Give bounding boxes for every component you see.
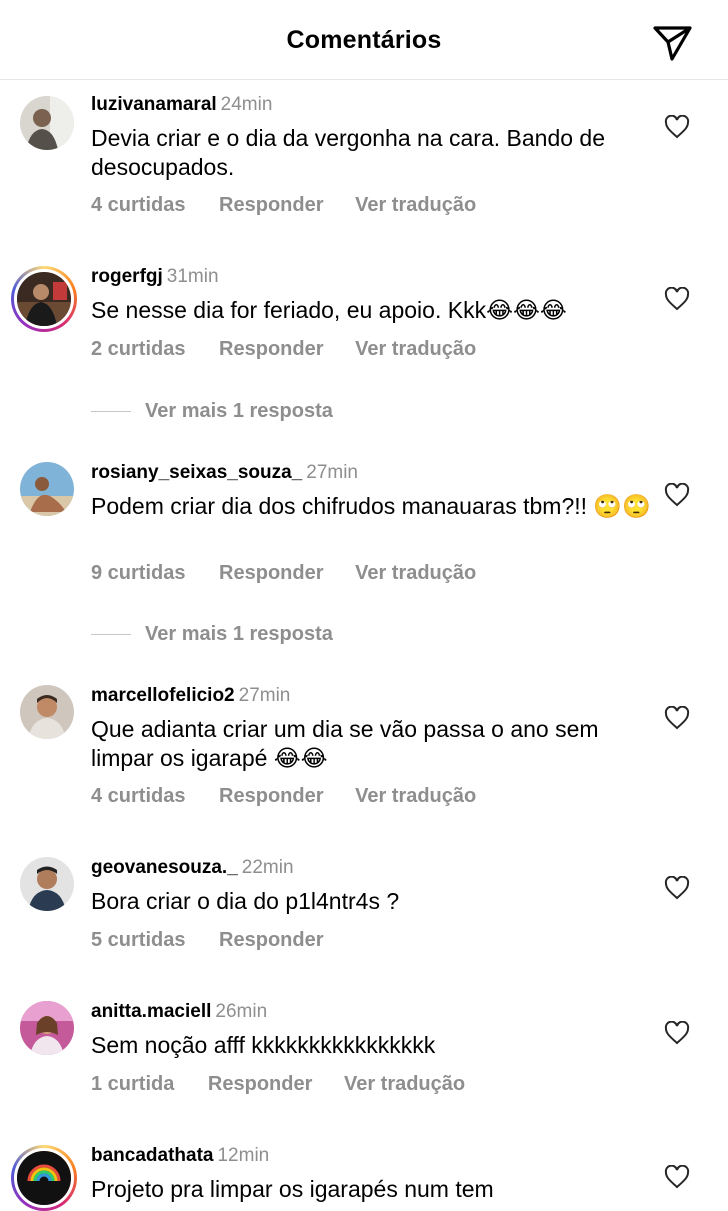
- heart-icon[interactable]: [664, 1020, 690, 1045]
- likes-count[interactable]: 1 curtida: [91, 1073, 174, 1095]
- likes-count[interactable]: 4 curtidas: [91, 785, 185, 807]
- comment-text: Bora criar o dia do p1l4ntr4s ?: [91, 888, 400, 914]
- view-more-replies[interactable]: Ver mais 1 resposta: [91, 400, 333, 423]
- comment-text: Sem noção afff kkkkkkkkkkkkkkkk: [91, 1032, 436, 1058]
- see-translation-button[interactable]: Ver tradução: [355, 194, 476, 216]
- comment-text: Devia criar e o dia da vergonha na cara.…: [91, 125, 605, 180]
- view-more-replies-label[interactable]: Ver mais 1 resposta: [145, 400, 333, 422]
- likes-count[interactable]: 4 curtidas: [91, 194, 185, 216]
- heart-icon[interactable]: [664, 286, 690, 311]
- heart-icon[interactable]: [664, 875, 690, 900]
- avatar[interactable]: [20, 462, 74, 516]
- comment-username[interactable]: geovanesouza._: [91, 857, 238, 878]
- divider: [91, 634, 131, 636]
- comment-time: 27min: [306, 462, 358, 483]
- comment-time: 24min: [220, 94, 273, 115]
- heart-icon[interactable]: [664, 1164, 690, 1189]
- heart-icon[interactable]: [664, 114, 690, 139]
- comments-header: Comentários: [0, 0, 728, 80]
- avatar[interactable]: [11, 1145, 77, 1211]
- reply-button[interactable]: Responder: [219, 562, 323, 584]
- see-translation-button[interactable]: Ver tradução: [355, 562, 476, 584]
- avatar[interactable]: [20, 96, 74, 150]
- reply-button[interactable]: Responder: [219, 929, 323, 951]
- likes-count[interactable]: 9 curtidas: [91, 562, 185, 584]
- comment-time: 26min: [215, 1001, 268, 1022]
- comment-username[interactable]: anitta.maciell: [91, 1001, 211, 1022]
- comment-time: 12min: [217, 1145, 270, 1166]
- reply-button[interactable]: Responder: [219, 194, 323, 216]
- see-translation-button[interactable]: Ver tradução: [344, 1073, 465, 1095]
- avatar[interactable]: [20, 685, 74, 739]
- comment-text: Que adianta criar um dia se vão passa o …: [91, 716, 599, 771]
- reply-button[interactable]: Responder: [219, 785, 323, 807]
- heart-icon[interactable]: [664, 705, 690, 730]
- comment-text: Se nesse dia for feriado, eu apoio. Kkk😂…: [91, 297, 567, 323]
- comment-username[interactable]: bancadathata: [91, 1145, 213, 1166]
- comment-username[interactable]: rogerfgj: [91, 266, 163, 287]
- comment-username[interactable]: luzivanamaral: [91, 94, 217, 115]
- comment-username[interactable]: marcellofelicio2: [91, 685, 235, 706]
- view-more-replies-label[interactable]: Ver mais 1 resposta: [145, 623, 333, 645]
- view-more-replies[interactable]: Ver mais 1 resposta: [91, 623, 333, 646]
- heart-icon[interactable]: [664, 482, 690, 507]
- comment-time: 31min: [166, 266, 219, 287]
- likes-count[interactable]: 2 curtidas: [91, 338, 185, 360]
- comment-text: Podem criar dia dos chifrudos manauaras …: [91, 493, 651, 519]
- avatar[interactable]: [20, 1001, 74, 1055]
- divider: [91, 411, 131, 413]
- comment-time: 27min: [238, 685, 291, 706]
- reply-button[interactable]: Responder: [219, 338, 323, 360]
- comment-username[interactable]: rosiany_seixas_souza_: [91, 462, 302, 483]
- send-icon[interactable]: [652, 22, 694, 62]
- page-title: Comentários: [286, 26, 442, 54]
- avatar[interactable]: [20, 857, 74, 911]
- comment-time: 22min: [241, 857, 294, 878]
- see-translation-button[interactable]: Ver tradução: [355, 785, 476, 807]
- reply-button[interactable]: Responder: [208, 1073, 312, 1095]
- likes-count[interactable]: 5 curtidas: [91, 929, 185, 951]
- see-translation-button[interactable]: Ver tradução: [355, 338, 476, 360]
- avatar[interactable]: [11, 266, 77, 332]
